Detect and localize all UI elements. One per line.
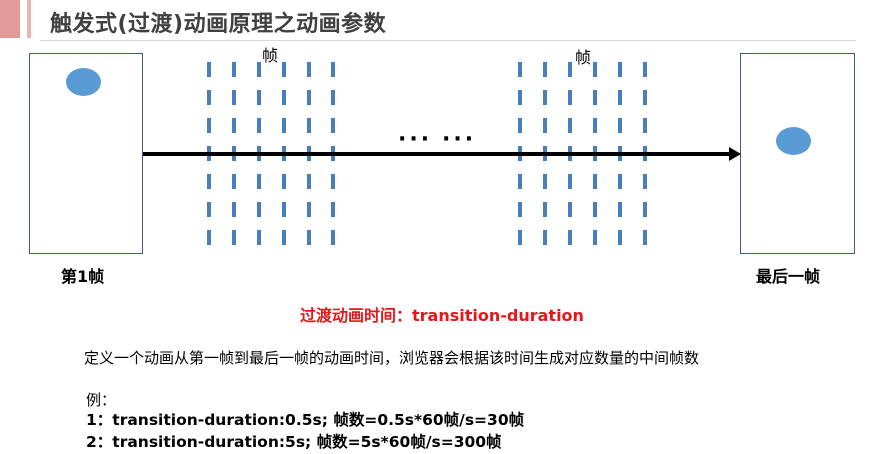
timeline-arrow-line	[143, 152, 732, 156]
ellipsis-right: ···	[442, 127, 477, 152]
duration-heading: 过渡动画时间：transition-duration	[300, 306, 584, 325]
example-heading: 例：	[86, 391, 117, 409]
title-accent-stripe	[27, 0, 31, 38]
example-line-2: 2：transition-duration:5s; 帧数=5s*60帧/s=30…	[86, 433, 502, 451]
title-accent-bar	[0, 0, 20, 38]
ellipsis-left: ···	[398, 127, 433, 152]
last-frame-label: 最后一帧	[756, 267, 821, 286]
title-divider	[40, 40, 856, 41]
timeline-arrow-head	[729, 147, 741, 161]
example-line-1: 1：transition-duration:0.5s; 帧数=0.5s*60帧/…	[86, 411, 525, 429]
slide-title: 触发式(过渡)动画原理之动画参数	[50, 12, 387, 37]
last-frame-ball	[776, 127, 811, 155]
first-frame-ball	[66, 68, 101, 96]
duration-description: 定义一个动画从第一帧到最后一帧的动画时间，浏览器会根据该时间生成对应数量的中间帧…	[84, 349, 700, 367]
first-frame-label: 第1帧	[61, 267, 105, 286]
intermediate-frames-tag-left: 帧	[262, 46, 279, 65]
intermediate-frames-tag-right: 帧	[575, 48, 592, 67]
